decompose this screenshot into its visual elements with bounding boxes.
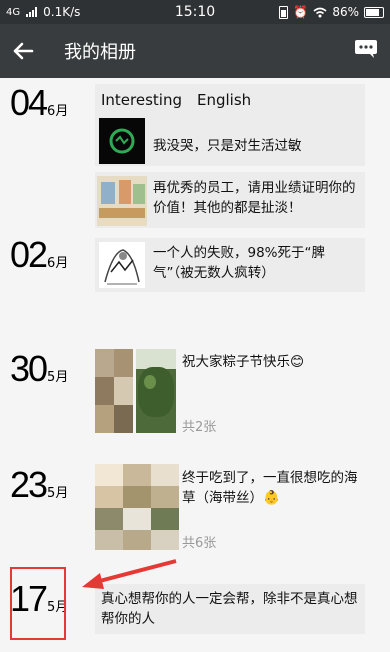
date-day: 04 [10,82,48,123]
post-thumbnail [136,349,176,433]
date-label: 305月 [10,348,68,390]
date-day: 02 [10,234,48,275]
highlight-box [10,567,66,640]
post-text: 我没哭，只是对生活过敏 [153,138,302,154]
post-thumbnail [97,176,147,226]
date-month: 6月 [47,104,69,119]
post-text: 再优秀的员工，请用业绩证明你的价值！其他的都是扯淡！ [153,180,356,216]
photo-count: 共2张 [182,420,217,435]
date-month: 6月 [47,256,69,271]
wifi-icon [313,7,327,17]
post-text: 祝大家粽子节快乐😊 [182,354,305,370]
post-thumbnail [99,242,145,288]
album-feed[interactable]: 046月 Interesting English 我没哭，只是对生活过敏 再优秀… [0,78,390,652]
battery-icon [364,6,384,18]
post-text: 一个人的失败，98%死于“脾气”（被无数人疯转） [153,245,325,281]
page-title: 我的相册 [64,42,136,63]
date-day: 30 [10,348,48,389]
post-text: Interesting English [101,91,252,109]
date-day: 23 [10,464,48,505]
date-month: 5月 [47,486,69,501]
date-label: 026月 [10,234,68,276]
battery-saver-icon [279,5,289,19]
photo-count: 共6张 [182,536,217,551]
status-bar: 4G 0.1K/s 15:10 ⏰ 86% [0,0,390,24]
annotation-arrow-icon [82,559,177,589]
date-label: 046月 [10,82,68,124]
message-icon[interactable] [354,39,378,59]
post-thumbnail [95,464,179,550]
post-item[interactable]: Interesting English 我没哭，只是对生活过敏 [95,84,365,166]
battery-level: 86% [332,5,359,19]
title-bar: 我的相册 [0,24,390,78]
date-month: 5月 [47,370,69,385]
post-thumbnail [99,118,145,164]
post-text: 终于吃到了，一直很想吃的海草（海带丝）👶 [182,470,358,506]
back-arrow-icon[interactable] [8,36,38,66]
date-label: 235月 [10,464,68,506]
post-item[interactable]: 再优秀的员工，请用业绩证明你的价值！其他的都是扯淡！ [95,172,365,228]
post-text: 真心想帮你的人一定会帮，除非不是真心想帮你的人 [101,591,358,627]
post-item[interactable]: 一个人的失败，98%死于“脾气”（被无数人疯转） [95,238,365,292]
post-thumbnail [95,349,133,433]
alarm-icon: ⏰ [293,5,309,19]
